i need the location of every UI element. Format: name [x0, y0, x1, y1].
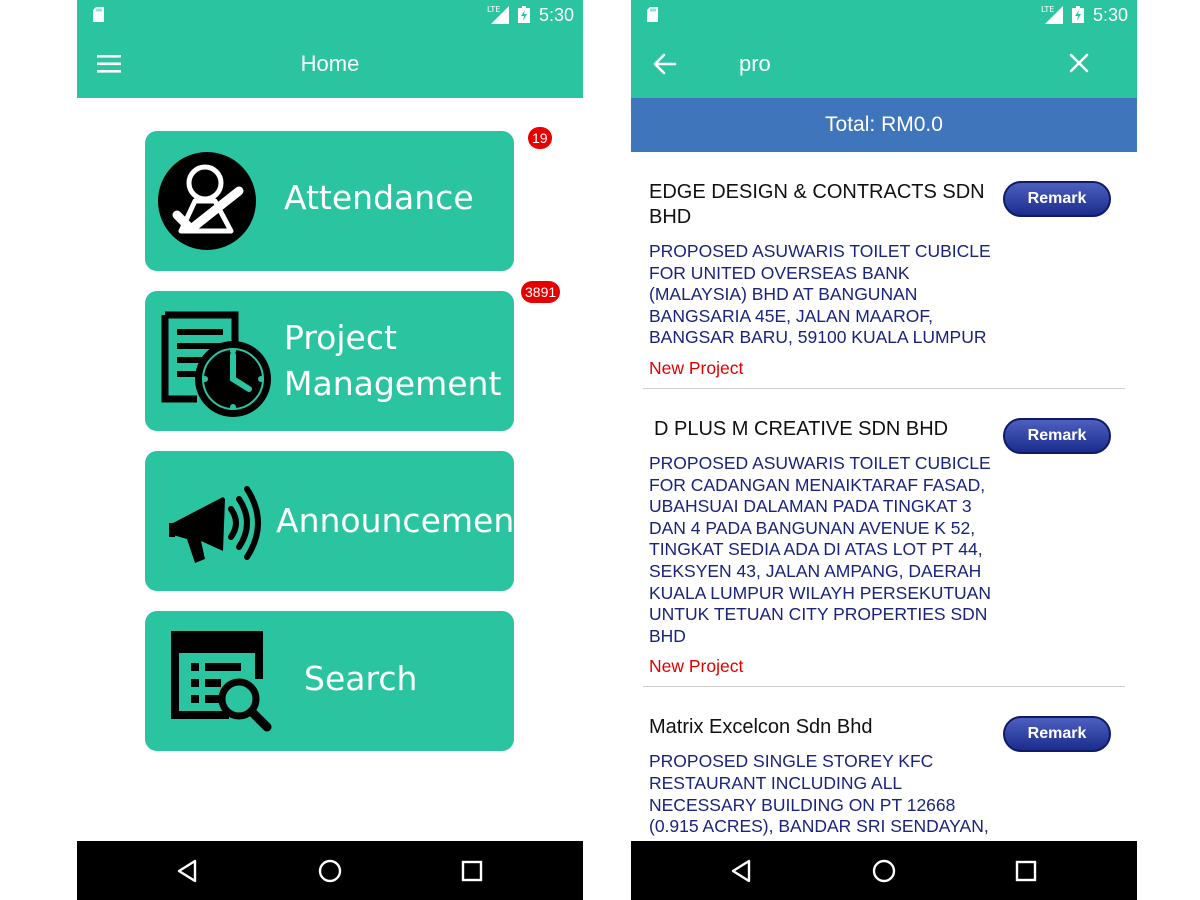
announcement-tile[interactable]: Announcement: [145, 451, 527, 591]
project-management-tile[interactable]: Project Management: [145, 291, 514, 431]
company-name: EDGE DESIGN & CONTRACTS SDN BHD: [649, 181, 985, 228]
result-item[interactable]: D PLUS M CREATIVE SDN BHD PROPOSED ASUWA…: [631, 389, 1137, 688]
clock: 5:30: [1093, 5, 1129, 25]
back-arrow-icon[interactable]: [651, 50, 679, 78]
result-item[interactable]: Matrix Excelcon Sdn Bhd PROPOSED SINGLE …: [631, 687, 1137, 841]
attendance-icon: [158, 152, 256, 250]
attendance-badge: 19: [528, 127, 552, 149]
project-description: PROPOSED SINGLE STOREY KFC RESTAURANT IN…: [649, 751, 989, 841]
status-bar: LTE 5:30: [631, 0, 1137, 30]
announcement-label: Announcement: [276, 501, 528, 540]
svg-text:LTE: LTE: [1041, 5, 1054, 14]
search-app-bar: pro: [631, 30, 1137, 98]
clock: 5:30: [539, 5, 575, 25]
battery-charging-icon: [518, 6, 530, 23]
search-tile[interactable]: Search: [145, 611, 514, 751]
home-circle-icon[interactable]: [315, 856, 345, 886]
back-triangle-icon[interactable]: [727, 856, 757, 886]
page-title: Home: [300, 51, 360, 76]
project-management-label: Project Management: [284, 315, 501, 407]
recents-square-icon[interactable]: [457, 856, 487, 886]
home-circle-icon[interactable]: [869, 856, 899, 886]
company-name: D PLUS M CREATIVE SDN BHD: [654, 417, 949, 440]
lte-signal-icon: LTE: [1041, 5, 1063, 24]
remark-button[interactable]: Remark: [1003, 181, 1111, 217]
close-icon[interactable]: [1067, 51, 1091, 75]
search-list-icon: [171, 631, 272, 732]
sd-card-icon: [93, 7, 104, 22]
status-bar: LTE 5:30: [77, 0, 583, 30]
recents-square-icon[interactable]: [1011, 856, 1041, 886]
app-bar: Home: [77, 30, 583, 98]
remark-button[interactable]: Remark: [1003, 716, 1111, 753]
svg-text:LTE: LTE: [487, 5, 500, 14]
attendance-label: Attendance: [284, 178, 474, 217]
project-description: PROPOSED ASUWARIS TOILET CUBICLE FOR CAD…: [649, 452, 991, 646]
remark-button[interactable]: Remark: [1003, 417, 1111, 454]
home-screen: LTE 5:30 Home Attendance 19 Project Mana…: [77, 0, 583, 900]
search-label: Search: [304, 659, 418, 698]
navigation-bar: [631, 841, 1137, 900]
company-name: Matrix Excelcon Sdn Bhd: [649, 716, 873, 739]
attendance-tile[interactable]: Attendance: [145, 131, 514, 271]
project-status: New Project: [649, 656, 744, 677]
back-triangle-icon[interactable]: [173, 856, 203, 886]
total-bar: Total: RM0.0: [631, 98, 1137, 152]
battery-charging-icon: [1072, 6, 1084, 23]
megaphone-icon: [169, 486, 261, 563]
project-label-line1: Project: [284, 318, 397, 357]
project-label-line2: Management: [284, 364, 502, 403]
search-screen: LTE 5:30 pro Total: RM0.0 EDGE DESIGN & …: [631, 0, 1137, 900]
result-item[interactable]: EDGE DESIGN & CONTRACTS SDN BHD PROPOSED…: [631, 152, 1137, 389]
project-management-icon: [161, 311, 271, 417]
project-status: New Project: [649, 357, 744, 378]
navigation-bar: [77, 841, 583, 900]
sd-card-icon: [647, 7, 658, 22]
search-input[interactable]: pro: [739, 51, 771, 77]
project-description: PROPOSED ASUWARIS TOILET CUBICLE FOR UNI…: [649, 241, 991, 348]
project-management-badge: 3891: [521, 281, 561, 303]
results-list[interactable]: EDGE DESIGN & CONTRACTS SDN BHD PROPOSED…: [631, 152, 1137, 841]
lte-signal-icon: LTE: [487, 5, 509, 24]
